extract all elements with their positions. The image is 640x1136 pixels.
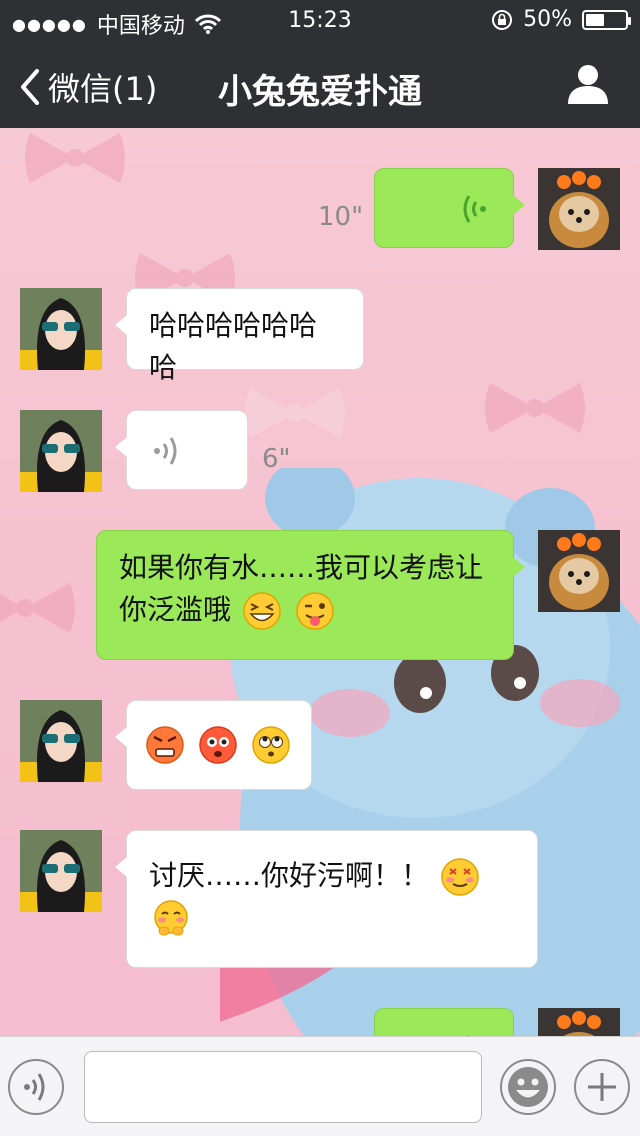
voice-wave-icon <box>463 195 486 223</box>
smiley-icon <box>508 1067 548 1107</box>
girl-avatar-image <box>20 700 102 782</box>
input-bar <box>0 1036 640 1136</box>
navigation-bar: 微信(1) 小兔兔爱扑通 <box>0 40 640 128</box>
chat-title: 小兔兔爱扑通 <box>218 72 422 112</box>
voice-wave-icon <box>24 1073 45 1101</box>
angry-emoji <box>146 726 184 764</box>
bow-decoration-icon <box>485 383 585 433</box>
received-text-message[interactable]: 讨厌……你好污啊！！ <box>115 830 538 968</box>
received-emoji-message[interactable] <box>115 700 312 790</box>
dizzy-face-emoji <box>441 858 479 896</box>
bow-decoration-icon <box>0 583 75 633</box>
grin-squint-emoji <box>243 592 281 630</box>
my-avatar[interactable] <box>538 1008 620 1036</box>
message-text: 哈哈哈哈哈哈哈 <box>149 309 318 384</box>
status-bar: ●●●●● 中国移动 15:23 50% <box>0 0 640 40</box>
received-text-message[interactable]: 哈哈哈哈哈哈哈 <box>115 288 364 384</box>
my-avatar[interactable] <box>538 530 620 612</box>
girl-avatar-image <box>20 410 102 492</box>
emoji-button[interactable] <box>500 1059 556 1115</box>
voice-duration-label: 10" <box>318 202 364 232</box>
battery-percent: 50% <box>523 7 572 32</box>
contact-avatar[interactable] <box>20 700 102 782</box>
received-voice-message[interactable] <box>115 410 248 490</box>
sent-voice-message[interactable] <box>374 168 525 248</box>
girl-avatar-image <box>20 288 102 370</box>
voice-input-button[interactable] <box>8 1059 64 1115</box>
message-text-line-2: 你泛滥哦 <box>119 593 232 626</box>
eye-roll-emoji <box>252 726 290 764</box>
contact-avatar[interactable] <box>20 410 102 492</box>
message-input[interactable] <box>84 1051 482 1123</box>
sent-voice-message[interactable] <box>374 1008 525 1036</box>
message-text-line-1: 如果你有水……我可以考虑让 <box>119 551 484 584</box>
contact-avatar[interactable] <box>20 288 102 370</box>
top-bar: ●●●●● 中国移动 15:23 50% 微信(1) 小兔兔爱扑通 <box>0 0 640 128</box>
plus-icon <box>588 1073 616 1101</box>
bow-decoration-icon <box>245 388 345 438</box>
girl-avatar-image <box>20 830 102 912</box>
battery-icon <box>582 9 631 30</box>
my-avatar[interactable] <box>538 168 620 250</box>
bow-decoration-icon <box>25 133 125 183</box>
wink-tongue-emoji <box>296 592 334 630</box>
shy-emoji <box>154 900 188 936</box>
profile-icon[interactable] <box>566 62 610 106</box>
contact-avatar[interactable] <box>20 830 102 912</box>
shocked-emoji <box>199 726 237 764</box>
dog-avatar-image <box>538 168 620 250</box>
dog-avatar-image <box>538 530 620 612</box>
sent-text-message[interactable]: 如果你有水……我可以考虑让 你泛滥哦 <box>96 530 525 660</box>
chat-area[interactable]: 10" 哈哈哈哈哈哈哈 6" 如果你有水……我可以考虑让 你泛滥哦 讨厌……你好… <box>0 128 640 1036</box>
rotation-lock-icon <box>492 9 513 30</box>
more-options-button[interactable] <box>574 1059 630 1115</box>
voice-wave-icon <box>154 437 177 465</box>
dog-avatar-image <box>538 1008 620 1036</box>
message-text: 讨厌……你好污啊！！ <box>149 859 430 892</box>
voice-duration-label: 6" <box>262 444 291 474</box>
